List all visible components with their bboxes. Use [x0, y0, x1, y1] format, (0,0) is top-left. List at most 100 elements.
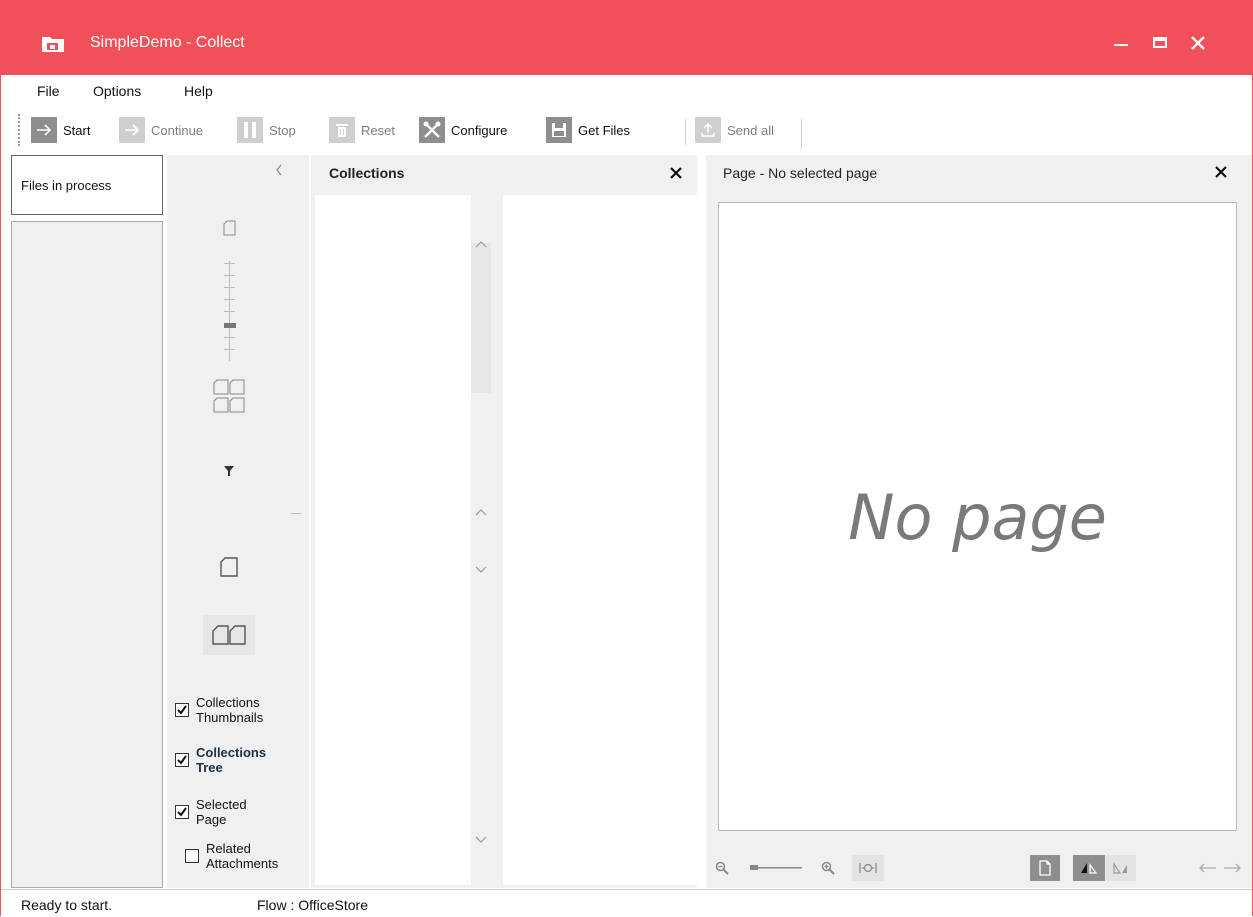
flow-status: Flow : OfficeStore — [257, 897, 369, 913]
slider-tick — [224, 311, 235, 312]
chevron-down-icon — [475, 836, 487, 843]
get-files-button[interactable]: Get Files — [546, 115, 630, 145]
close-window-button[interactable] — [1176, 23, 1220, 63]
label-line: Attachments — [206, 856, 279, 871]
page-title: Page - No selected page — [723, 165, 878, 181]
selected-page-checkbox[interactable] — [175, 805, 189, 819]
send-all-button[interactable]: Send all — [695, 115, 774, 145]
files-in-process-tab[interactable]: Files in process — [11, 155, 163, 215]
stop-label: Stop — [269, 122, 296, 138]
scroll-up-button[interactable] — [471, 501, 491, 523]
get-files-label: Get Files — [578, 122, 631, 138]
collections-tree-toggle[interactable]: Collections Tree — [175, 745, 266, 775]
app-window: SimpleDemo - Collect File Options Help S… — [0, 0, 1253, 917]
start-label: Start — [63, 122, 91, 138]
arrow-right-icon — [31, 117, 57, 143]
zoom-in-icon — [821, 861, 835, 875]
menu-file[interactable]: File — [37, 83, 60, 99]
fit-width-icon — [859, 863, 877, 873]
slider-tick — [224, 337, 235, 338]
zoom-slider-icon — [750, 865, 802, 870]
continue-label: Continue — [151, 122, 204, 138]
files-in-process-panel[interactable] — [11, 221, 163, 888]
page-canvas[interactable]: No page — [718, 202, 1237, 831]
upload-icon — [695, 117, 721, 143]
scroll-up-button[interactable] — [471, 233, 491, 255]
chevron-down-icon — [475, 566, 487, 573]
close-icon — [1215, 166, 1227, 178]
status-bar: Ready to start. Flow : OfficeStore — [1, 889, 1252, 917]
zoom-slider[interactable] — [746, 855, 804, 881]
two-page-view-button[interactable] — [203, 615, 255, 655]
single-page-icon — [223, 220, 236, 236]
filter-button[interactable] — [217, 459, 241, 483]
collections-tree[interactable] — [503, 195, 697, 885]
scrollbar-thumb[interactable] — [471, 243, 491, 393]
collections-thumbnails-checkbox[interactable] — [175, 703, 189, 717]
slider-tick — [224, 275, 235, 276]
collapse-panel-button[interactable] — [271, 163, 287, 183]
scroll-down-button[interactable] — [471, 829, 491, 851]
selected-page-toggle[interactable]: Selected Page — [175, 797, 247, 827]
document-icon — [1039, 860, 1051, 876]
rotate-left-icon — [1081, 863, 1098, 874]
checkmark-icon — [177, 705, 187, 715]
selected-page-label: Selected Page — [196, 797, 247, 827]
page-navigation-buttons[interactable] — [1196, 855, 1244, 881]
label-line: Related — [206, 841, 251, 856]
maximize-icon — [1153, 37, 1167, 48]
tools-icon — [419, 117, 445, 143]
menu-options[interactable]: Options — [93, 83, 141, 99]
arrow-right-icon — [119, 117, 145, 143]
related-attachments-label: Related Attachments — [206, 841, 278, 871]
zoom-in-thumbnails-button[interactable] — [219, 217, 241, 239]
scroll-down-button[interactable] — [471, 559, 491, 581]
page-toolbar — [706, 848, 1252, 888]
page-header: Page - No selected page — [706, 155, 1252, 191]
reset-button[interactable]: Reset — [329, 115, 395, 145]
single-page-view-button[interactable] — [215, 553, 243, 581]
chevron-up-icon — [475, 241, 487, 248]
slider-tick — [224, 287, 235, 288]
related-attachments-checkbox[interactable] — [185, 849, 199, 863]
send-all-label: Send all — [727, 122, 774, 138]
zoom-out-button[interactable] — [710, 855, 734, 881]
label-line: Collections — [196, 745, 267, 760]
chevron-up-icon — [475, 509, 487, 516]
start-button[interactable]: Start — [31, 115, 90, 145]
collections-tree-checkbox[interactable] — [175, 753, 189, 767]
label-line: Thumbnails — [196, 710, 264, 725]
title-bar[interactable]: SimpleDemo - Collect — [1, 1, 1252, 75]
close-page-button[interactable] — [1210, 161, 1232, 183]
zoom-out-thumbnails-button[interactable] — [211, 373, 249, 419]
toolbar-grip[interactable] — [18, 114, 22, 146]
menu-bar: File Options Help — [1, 79, 1252, 105]
main-toolbar: Start Continue Stop Reset Configure Get … — [1, 111, 1252, 151]
collections-thumbnails-list[interactable] — [315, 195, 471, 885]
label-line: Page — [196, 812, 227, 827]
collections-thumbnails-toggle[interactable]: Collections Thumbnails — [175, 695, 263, 725]
single-page-icon — [220, 557, 238, 577]
stop-button[interactable]: Stop — [237, 115, 296, 145]
page-mode-button[interactable] — [1030, 855, 1060, 881]
zoom-in-button[interactable] — [816, 855, 840, 881]
rotate-left-button[interactable] — [1073, 855, 1105, 881]
configure-button[interactable]: Configure — [419, 115, 507, 145]
thumbnail-size-slider-thumb[interactable] — [224, 323, 236, 328]
rotate-right-button[interactable] — [1106, 855, 1136, 881]
collections-scrollbar[interactable] — [471, 195, 491, 885]
toolbar-separator — [685, 119, 686, 145]
no-page-placeholder: No page — [848, 481, 1107, 554]
label-line: Tree — [196, 760, 223, 775]
slider-tick — [224, 263, 235, 264]
rotate-right-icon — [1113, 862, 1127, 874]
slider-tick — [224, 299, 235, 300]
splitter-handle[interactable] — [291, 513, 301, 514]
fit-width-button[interactable] — [852, 855, 884, 881]
minimize-button[interactable] — [1099, 23, 1143, 63]
continue-button[interactable]: Continue — [119, 115, 203, 145]
collections-tree-label: Collections Tree — [196, 745, 266, 775]
related-attachments-toggle[interactable]: Related Attachments — [185, 841, 278, 871]
menu-help[interactable]: Help — [184, 83, 213, 99]
close-collections-button[interactable] — [665, 162, 687, 184]
